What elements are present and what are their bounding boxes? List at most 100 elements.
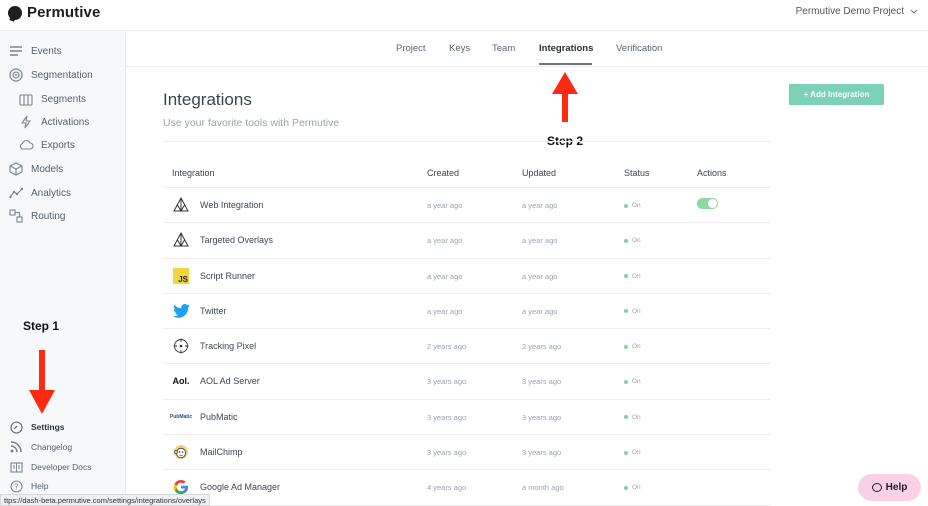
status-badge: On (624, 237, 641, 244)
integration-name[interactable]: PubMatic (200, 412, 238, 422)
created-date: a year ago (427, 306, 463, 316)
permutive-logo-icon (8, 5, 22, 20)
bolt-icon (18, 115, 34, 129)
status-text: On (632, 237, 641, 245)
table-row[interactable]: Web Integration a year ago a year ago On (163, 188, 771, 224)
routing-icon (8, 209, 24, 223)
updated-date: 3 years ago (522, 377, 562, 387)
integrations-table: Integration Created Updated Status Actio… (163, 141, 771, 506)
status-text: On (632, 378, 641, 386)
sidebar-item-settings[interactable]: Settings (8, 420, 65, 434)
column-header-integration: Integration (172, 168, 215, 178)
sidebar-item-label: Routing (31, 210, 66, 222)
status-badge: On (624, 484, 641, 491)
integration-name[interactable]: MailChimp (200, 447, 243, 457)
sidebar-item-segments[interactable]: Segments (18, 92, 86, 106)
sidebar-item-label: Developer Docs (31, 462, 92, 472)
updated-date: a year ago (522, 271, 558, 281)
twitter-icon (172, 302, 190, 320)
sidebar-item-models[interactable]: Models (8, 162, 63, 176)
integration-name[interactable]: Web Integration (200, 200, 263, 210)
status-badge: On (624, 414, 641, 421)
created-date: a year ago (427, 236, 463, 246)
created-date: 3 years ago (427, 377, 467, 387)
js-icon-glyph: JS (173, 267, 189, 284)
book-icon (8, 460, 24, 474)
red-arrow-up-icon (552, 72, 578, 122)
active-tab-indicator (539, 63, 592, 65)
segments-icon (18, 92, 34, 106)
sidebar-item-label: Segmentation (31, 69, 93, 81)
sidebar-item-help[interactable]: ? Help (8, 479, 48, 493)
tab-keys[interactable]: Keys (449, 43, 470, 54)
app-name: Permutive (27, 4, 101, 21)
sidebar-item-label: Changelog (31, 442, 73, 452)
status-badge: On (624, 378, 641, 385)
sidebar-item-label: Events (31, 45, 62, 57)
sidebar-item-label: Models (31, 163, 64, 175)
sidebar-item-routing[interactable]: Routing (8, 209, 65, 223)
updated-date: 3 years ago (522, 412, 562, 422)
updated-date: a year ago (522, 236, 558, 246)
sidebar-item-analytics[interactable]: Analytics (8, 186, 71, 200)
table-row[interactable]: Twitter a year ago a year ago On (163, 294, 771, 330)
updated-date: a month ago (522, 483, 564, 493)
updated-date: a year ago (522, 306, 558, 316)
pubmatic-logo-glyph: PubMatic (169, 413, 193, 420)
chat-bubble-icon (871, 483, 882, 492)
permutive-logo[interactable]: Permutive (8, 4, 100, 21)
integration-name[interactable]: Targeted Overlays (200, 235, 273, 245)
mailchimp-icon (172, 443, 190, 461)
help-chat-button[interactable]: Help (858, 474, 921, 501)
table-row[interactable]: Targeted Overlays a year ago a year ago … (163, 223, 771, 259)
gear-icon (8, 420, 24, 434)
top-bar: Permutive Permutive Demo Project (0, 0, 928, 31)
browser-status-url: ttps://dash-beta.permutive.com/settings/… (0, 494, 210, 506)
table-row[interactable]: MailChimp 3 years ago 3 years ago On (163, 435, 771, 471)
sidebar-item-changelog[interactable]: Changelog (8, 440, 72, 454)
table-row[interactable]: Google Ad Manager 4 years ago a month ag… (163, 470, 771, 506)
tab-team[interactable]: Team (492, 43, 515, 54)
integration-name[interactable]: Twitter (200, 306, 227, 316)
overlays-icon (172, 231, 190, 249)
table-row[interactable]: JS Script Runner a year ago a year ago O… (163, 259, 771, 294)
red-arrow-down-icon (29, 350, 55, 414)
sidebar-item-exports[interactable]: Exports (18, 138, 75, 152)
sidebar-item-label: Exports (41, 139, 75, 151)
project-selector[interactable]: Permutive Demo Project (796, 6, 918, 17)
status-dot (624, 379, 628, 384)
table-row[interactable]: PubMatic PubMatic 3 years ago 3 years ag… (163, 400, 771, 436)
sidebar-item-developer-docs[interactable]: Developer Docs (8, 460, 91, 474)
settings-tabs: Project Keys Team Integrations Verificat… (126, 31, 928, 67)
status-text: On (632, 202, 641, 209)
sidebar-item-label: Activations (41, 116, 90, 128)
tab-project[interactable]: Project (396, 43, 426, 54)
project-name: Permutive Demo Project (795, 6, 904, 17)
integration-name[interactable]: Tracking Pixel (200, 341, 256, 351)
status-badge: On (624, 273, 641, 280)
integration-name[interactable]: Google Ad Manager (200, 482, 280, 492)
integration-toggle[interactable] (697, 198, 718, 209)
sidebar-item-activations[interactable]: Activations (18, 115, 89, 129)
status-text: On (632, 272, 641, 280)
status-dot (624, 344, 628, 349)
aol-icon: Aol. (172, 372, 190, 390)
integration-name[interactable]: Script Runner (200, 271, 255, 281)
column-header-actions: Actions (697, 168, 727, 178)
integration-name[interactable]: AOL Ad Server (200, 376, 260, 386)
pubmatic-icon: PubMatic (169, 408, 193, 426)
add-integration-button[interactable]: + Add Integration (789, 84, 884, 105)
status-badge: On (624, 449, 641, 456)
status-badge: On (624, 343, 641, 350)
column-header-created: Created (427, 168, 460, 178)
tab-integrations[interactable]: Integrations (539, 43, 593, 54)
sidebar-item-segmentation[interactable]: Segmentation (8, 68, 93, 82)
page-title: Integrations (163, 90, 252, 109)
created-date: a year ago (427, 271, 463, 281)
status-badge: On (624, 202, 641, 209)
status-dot (624, 415, 628, 420)
tab-verification[interactable]: Verification (616, 43, 662, 54)
sidebar-item-events[interactable]: Events (8, 44, 62, 58)
table-row[interactable]: Aol. AOL Ad Server 3 years ago 3 years a… (163, 364, 771, 400)
table-row[interactable]: Tracking Pixel 2 years ago 2 years ago O… (163, 329, 771, 365)
